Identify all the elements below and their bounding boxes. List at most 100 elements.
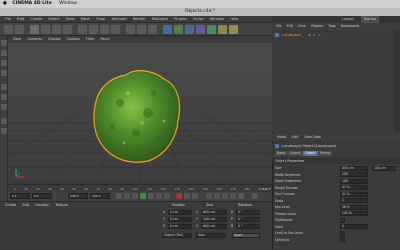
size-x-field[interactable]: 800 cm — [201, 210, 227, 215]
app-menu[interactable]: CINEMA 4D Lite — [12, 1, 51, 6]
frame-field[interactable]: 0 F — [10, 193, 30, 199]
make-editable-icon[interactable] — [1, 40, 7, 46]
subdivision-icon[interactable] — [174, 25, 183, 34]
scene-icon[interactable] — [207, 25, 216, 34]
tab-coord[interactable]: Coord. — [288, 151, 303, 156]
material-manager-area[interactable] — [0, 208, 160, 250]
apply-button[interactable]: Apply — [232, 233, 260, 238]
size-z-field[interactable]: 800 cm — [201, 224, 227, 229]
side-tabs[interactable] — [394, 30, 400, 132]
tab-basic[interactable]: Basic — [275, 151, 288, 156]
go-to-end-icon[interactable] — [164, 193, 170, 199]
property-value[interactable]: 0 — [340, 224, 368, 230]
menu-tools[interactable]: Tools — [66, 16, 75, 23]
cube-icon[interactable] — [163, 25, 172, 34]
property-value[interactable]: 100 — [340, 172, 368, 178]
render-picture-viewer-icon[interactable] — [137, 25, 146, 34]
coord-size-select[interactable]: Size — [196, 233, 226, 238]
scale-icon[interactable] — [52, 25, 61, 34]
layout-select[interactable]: Startup — [360, 16, 380, 23]
menu-edit[interactable]: Edit — [17, 16, 24, 23]
render-settings-icon[interactable] — [148, 25, 157, 34]
move-icon[interactable] — [41, 25, 50, 34]
attribute-menu-user-data[interactable]: User Data — [305, 134, 321, 141]
property-value[interactable]: 100 — [340, 178, 368, 184]
tab-phong[interactable]: Phong — [318, 151, 333, 156]
property-checkbox[interactable] — [340, 217, 345, 223]
property-value[interactable]: 1 — [340, 198, 368, 204]
texture-mode-icon[interactable] — [1, 60, 7, 66]
object-menu-view[interactable]: View — [298, 23, 306, 30]
object-menu-objects[interactable]: Objects — [311, 23, 323, 30]
go-to-start-icon[interactable] — [116, 193, 122, 199]
z-axis-icon[interactable] — [100, 25, 109, 34]
rotation-p-field[interactable]: 0 ° — [236, 217, 260, 222]
locked-workplane-icon[interactable] — [1, 128, 7, 134]
record-icon[interactable] — [176, 193, 182, 199]
live-selection-icon[interactable] — [30, 25, 39, 34]
deformer-icon[interactable] — [196, 25, 205, 34]
rotate-icon[interactable] — [63, 25, 72, 34]
menu-help[interactable]: Help — [230, 16, 238, 23]
visibility-dots-icon[interactable] — [308, 33, 317, 37]
menu-mesh[interactable]: Mesh — [81, 16, 90, 23]
menu-plugins[interactable]: Plugins — [174, 16, 187, 23]
model-mode-icon[interactable] — [1, 50, 7, 56]
property-value[interactable]: 100 % — [340, 211, 368, 217]
property-value[interactable]: 38 % — [340, 204, 368, 210]
property-checkbox[interactable] — [340, 237, 345, 243]
perspective-viewport[interactable] — [8, 43, 272, 184]
viewport-menu-options[interactable]: Options — [67, 36, 80, 43]
window-menu[interactable]: Window — [59, 1, 77, 6]
property-checkbox[interactable] — [340, 230, 345, 236]
scale-key-icon[interactable] — [214, 193, 220, 199]
points-mode-icon[interactable] — [1, 84, 7, 90]
keyframe-selection-icon[interactable] — [192, 193, 198, 199]
object-row[interactable]: Landscape ✔ — [275, 32, 397, 38]
undo-icon[interactable] — [4, 25, 13, 34]
menu-window[interactable]: Window — [210, 16, 224, 23]
menu-select[interactable]: Select — [48, 16, 59, 23]
y-axis-icon[interactable] — [89, 25, 98, 34]
snapping-icon[interactable] — [1, 118, 7, 124]
autokey-icon[interactable] — [184, 193, 190, 199]
menu-snap[interactable]: Snap — [96, 16, 105, 23]
workplane-icon[interactable] — [1, 70, 7, 76]
menu-script[interactable]: Script — [193, 16, 203, 23]
object-menu-tags[interactable]: Tags — [328, 23, 335, 30]
play-icon[interactable] — [140, 193, 146, 199]
object-menu-edit[interactable]: Edit — [287, 23, 293, 30]
viewport-menu-cameras[interactable]: Cameras — [27, 36, 42, 43]
x-axis-icon[interactable] — [78, 25, 87, 34]
object-menu-bookmarks[interactable]: Bookmarks — [341, 23, 359, 30]
object-menu-file[interactable]: File — [276, 23, 282, 30]
polygons-mode-icon[interactable] — [1, 104, 7, 110]
menu-animate[interactable]: Animate — [112, 16, 127, 23]
camera-icon[interactable] — [218, 25, 227, 34]
apple-icon[interactable]: ● — [3, 1, 7, 6]
timeline-menu-icon[interactable] — [252, 193, 258, 199]
point-level-key-icon[interactable] — [238, 193, 244, 199]
position-key-icon[interactable] — [206, 193, 212, 199]
render-view-icon[interactable] — [126, 25, 135, 34]
attribute-menu-edit[interactable]: Edit — [292, 134, 298, 141]
coordinate-system-icon[interactable] — [111, 25, 120, 34]
previous-key-icon[interactable] — [124, 193, 130, 199]
viewport-menu-panel[interactable]: Panel — [101, 36, 110, 43]
viewport-canvas[interactable] — [8, 43, 272, 184]
attribute-menu-mode[interactable]: Mode — [277, 134, 286, 141]
rotation-h-field[interactable]: 0 ° — [236, 210, 260, 215]
position-x-field[interactable]: 0 cm — [168, 210, 192, 215]
preview-max-field[interactable]: 230 F — [90, 193, 110, 199]
previous-frame-icon[interactable] — [132, 193, 138, 199]
viewport-menu-display[interactable]: Display — [48, 36, 61, 43]
property-value[interactable]: 800 cm — [340, 165, 368, 171]
coord-mode-select[interactable]: Object (Rel) — [162, 233, 192, 238]
property-value-secondary[interactable]: 100 cm — [372, 165, 396, 171]
enable-check-icon[interactable]: ✔ — [318, 33, 321, 37]
array-icon[interactable] — [185, 25, 194, 34]
redo-icon[interactable] — [15, 25, 24, 34]
object-name[interactable]: Landscape — [282, 33, 301, 37]
rotation-key-icon[interactable] — [222, 193, 228, 199]
viewport-menu-filter[interactable]: Filter — [86, 36, 94, 43]
